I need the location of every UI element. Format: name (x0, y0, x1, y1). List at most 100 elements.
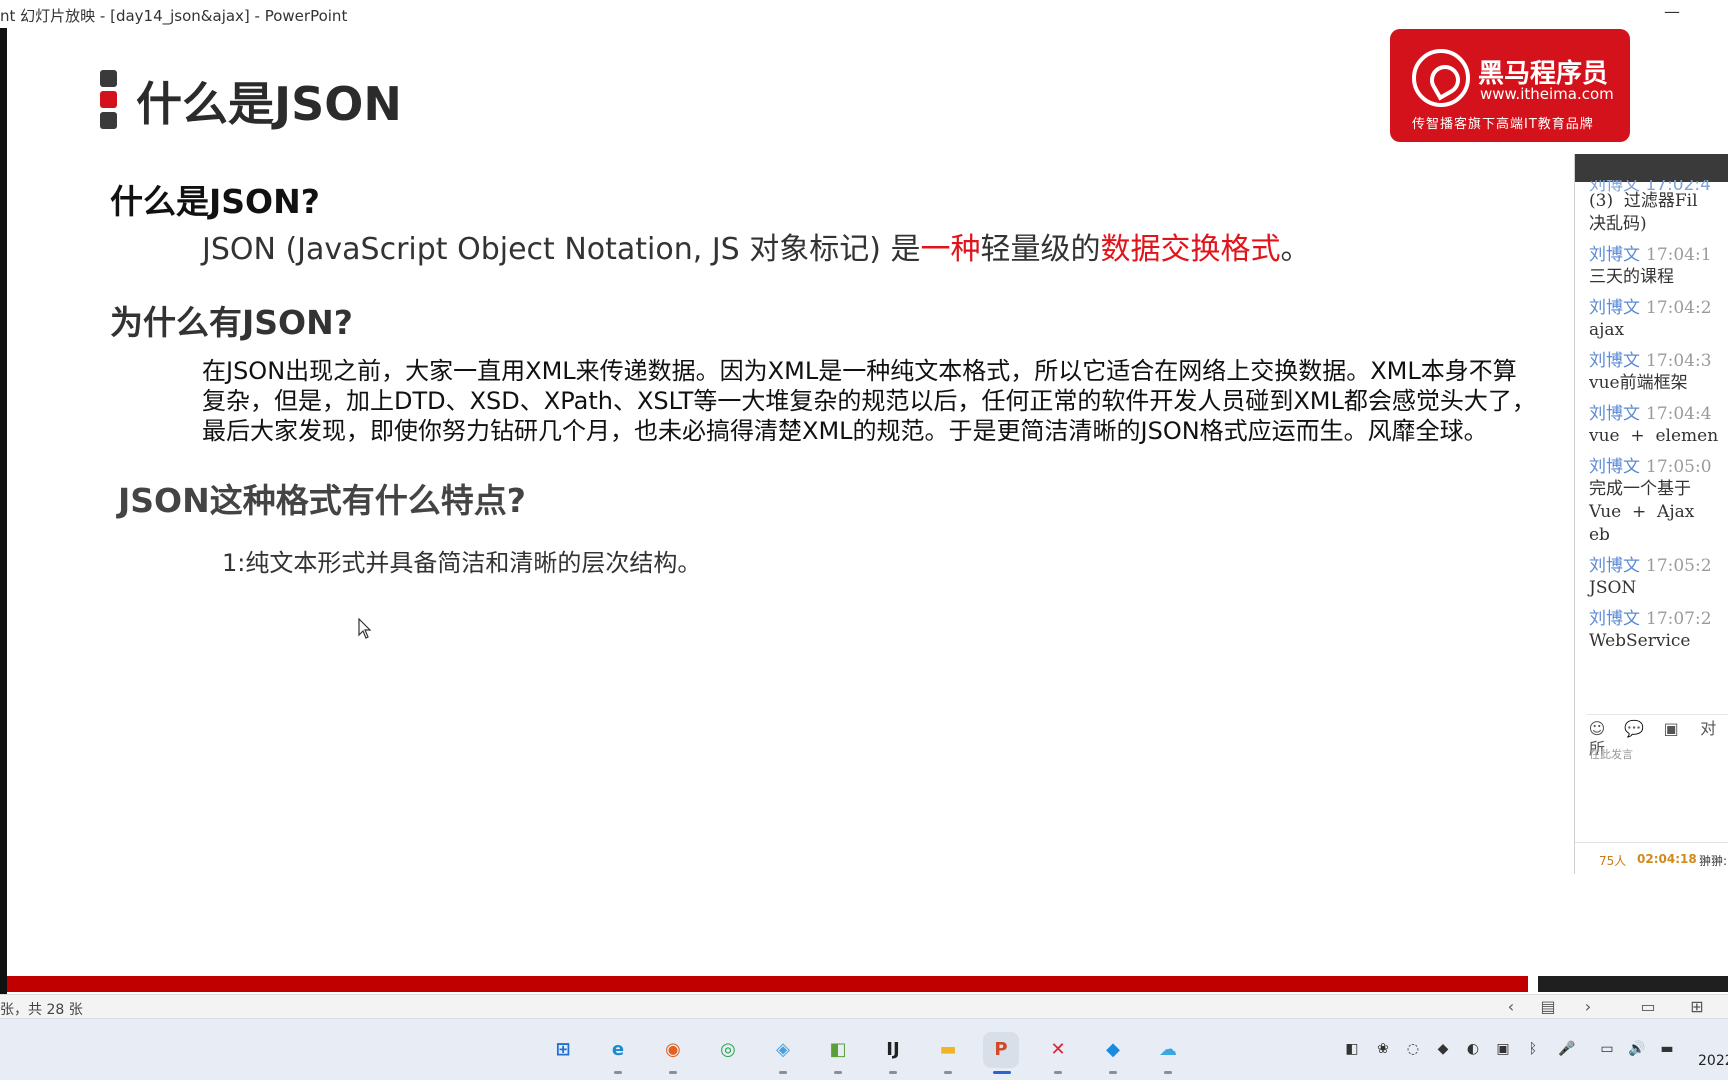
chat-message: 刘博文 17:04:1 三天的课程 (1589, 244, 1728, 289)
chat-message-text: vue前端框架 (1589, 373, 1688, 393)
chat-time: 17:04:1 (1646, 245, 1712, 265)
marker-square-top (100, 70, 117, 87)
battery-icon[interactable]: ▬ (1658, 1039, 1676, 1059)
windows-start-icon[interactable]: ⊞ (545, 1032, 581, 1068)
previous-slide-icon[interactable]: ‹ (1500, 997, 1522, 1017)
app-6-icon[interactable]: ◧ (820, 1032, 856, 1068)
tray-app-icon[interactable]: ◧ (1343, 1039, 1361, 1059)
taskbar: ⊞ e ◉ ◎ ◈ ◧ IJ ▬ P ✕ ◆ ☁ ◧ ❀ ◌ ◆ ◐ ▣ ᛒ 🎤… (0, 1018, 1728, 1080)
emoji-icon[interactable]: ☺ (1587, 719, 1607, 739)
nvidia-icon[interactable]: ▣ (1494, 1039, 1512, 1059)
definition-highlight: 数据交换格式 (1100, 232, 1281, 267)
intellij-icon[interactable]: IJ (875, 1032, 911, 1068)
status-bar: 张，共 28 张 ‹ ▤ › ▭ ⊞ (0, 994, 1728, 1018)
section-text-history: 在JSON出现之前，大家一直用XML来传递数据。因为XML是一种纯文本格式，所以… (202, 356, 1582, 446)
chat-user: 刘博文 (1589, 404, 1640, 424)
section-heading-why: 为什么有JSON? (110, 303, 353, 342)
section-heading-what: 什么是JSON? (110, 182, 320, 221)
chat-user: 刘博文 (1589, 556, 1640, 576)
current-speaker: 翀翀: (1699, 854, 1728, 868)
next-slide-icon[interactable]: › (1577, 997, 1599, 1017)
definition-part: JSON (JavaScript Object Notation, JS 对象标… (202, 232, 921, 267)
system-clock[interactable]: 2022 (1698, 1053, 1728, 1069)
history-line: 最后大家发现，即使你努力钻研几个月，也未必搞得清楚XML的规范。于是更简洁清晰的… (202, 417, 1488, 445)
chat-message-text: JSON (1589, 578, 1637, 598)
bluetooth-icon[interactable]: ᛒ (1524, 1039, 1542, 1059)
title-marker-icon (100, 70, 117, 133)
section-text-definition: JSON (JavaScript Object Notation, JS 对象标… (202, 224, 1311, 268)
tray-app-icon[interactable]: ❀ (1374, 1039, 1392, 1059)
tray-app-icon[interactable]: ◌ (1404, 1039, 1422, 1059)
chat-input[interactable]: 在此发言 (1589, 746, 1633, 762)
chat-message: (3) 过滤器Fil 决乱码) (1589, 190, 1728, 236)
tray-app-icon[interactable]: ◆ (1434, 1039, 1452, 1059)
edge-icon[interactable]: e (600, 1032, 636, 1068)
running-indicator (779, 1071, 787, 1074)
chat-header (1575, 154, 1728, 182)
chat-time: 17:05:0 (1646, 457, 1712, 477)
network-icon[interactable]: ▭ (1598, 1039, 1616, 1059)
slide-bottom-bar (7, 976, 1528, 992)
running-indicator (1054, 1071, 1062, 1074)
running-indicator (669, 1071, 677, 1074)
reading-view-icon[interactable]: ▤ (1537, 997, 1559, 1017)
chat-message: 刘博文 17:04:2 ajax (1589, 297, 1728, 342)
history-line: 在JSON出现之前，大家一直用XML来传递数据。因为XML是一种纯文本格式，所以… (202, 357, 1517, 385)
chat-message: 刘博文 17:04:4 vue + elemen (1589, 403, 1728, 448)
firefox-icon[interactable]: ◉ (655, 1032, 691, 1068)
running-indicator (834, 1071, 842, 1074)
marker-square-bottom (100, 112, 117, 129)
horse-emblem-icon (1412, 49, 1470, 107)
mouse-pointer-icon (358, 618, 372, 639)
slide-counter: 张，共 28 张 (0, 1002, 83, 1018)
chat-message-text: (3) 过滤器Fil 决乱码) (1589, 191, 1698, 234)
definition-part: 轻量级的 (980, 232, 1101, 267)
slide-sorter-icon[interactable]: ⊞ (1686, 997, 1708, 1017)
chat-time: 17:07:2 (1646, 609, 1712, 629)
chat-user: 刘博文 (1589, 298, 1640, 318)
to-selector[interactable]: 对 (1698, 719, 1718, 739)
chat-message: 刘博文 17:07:2 WebService (1589, 608, 1728, 653)
slide-title: 什么是JSON (136, 77, 402, 131)
chat-time: 17:04:3 (1646, 351, 1712, 371)
minimize-icon[interactable]: — (1660, 2, 1684, 22)
chat-time: 17:04:2 (1646, 298, 1712, 318)
chat-message: 刘博文 17:04:3 vue前端框架 (1589, 350, 1728, 395)
file-explorer-icon[interactable]: ▬ (930, 1032, 966, 1068)
chat-message-list[interactable]: (3) 过滤器Fil 决乱码) 刘博文 17:04:1 三天的课程 刘博文 17:0… (1589, 180, 1728, 661)
running-indicator (944, 1071, 952, 1074)
xmind-icon[interactable]: ✕ (1040, 1032, 1076, 1068)
volume-icon[interactable]: 🔊 (1628, 1039, 1646, 1059)
chat-time: 17:05:2 (1646, 556, 1712, 576)
normal-view-icon[interactable]: ▭ (1637, 997, 1659, 1017)
chat-toolbar: ☺ 💬 ▣ 对 所 (1587, 714, 1728, 758)
history-line: 复杂，但是，加上DTD、XSD、XPath、XSLT等一大堆复杂的规范以后，任何… (202, 387, 1536, 415)
brand-slogan: 传智播客旗下高端IT教育品牌 (1412, 117, 1594, 132)
app-5-icon[interactable]: ◈ (765, 1032, 801, 1068)
chat-message-text: vue + elemen (1589, 426, 1719, 446)
slide-bottom-bar-dark (1538, 976, 1728, 992)
powerpoint-icon[interactable]: P (983, 1032, 1019, 1068)
feature-item: 1:纯文本形式并具备简洁和清晰的层次结构。 (222, 549, 702, 577)
chat-message: 刘博文 17:05:0 完成一个基于 Vue + Ajax eb (1589, 456, 1728, 547)
chat-user: 刘博文 (1589, 609, 1640, 629)
definition-highlight: 一种 (920, 232, 981, 267)
comment-icon[interactable]: 💬 (1624, 719, 1644, 739)
microphone-icon[interactable]: 🎤 (1558, 1039, 1576, 1059)
running-indicator (614, 1071, 622, 1074)
image-icon[interactable]: ▣ (1661, 719, 1681, 739)
marker-square-middle (100, 91, 117, 108)
chat-user: 刘博文 (1589, 351, 1640, 371)
chat-message-text: WebService (1589, 631, 1691, 651)
tray-app-icon[interactable]: ◐ (1464, 1039, 1482, 1059)
chat-panel: 刘博文 17:02:4 (3) 过滤器Fil 决乱码) 刘博文 17:04:1 三… (1574, 154, 1728, 874)
app-12-icon[interactable]: ☁ (1150, 1032, 1186, 1068)
chat-message-text: 三天的课程 (1589, 267, 1674, 287)
window-title: nt 幻灯片放映 - [day14_json&ajax] - PowerPoin… (0, 7, 348, 25)
chrome-icon[interactable]: ◎ (710, 1032, 746, 1068)
app-11-icon[interactable]: ◆ (1095, 1032, 1131, 1068)
chat-user: 刘博文 (1589, 245, 1640, 265)
active-indicator (993, 1071, 1011, 1074)
chat-user: 刘博文 (1589, 457, 1640, 477)
brand-logo: 黑马程序员 www.itheima.com 传智播客旗下高端IT教育品牌 (1390, 29, 1630, 142)
